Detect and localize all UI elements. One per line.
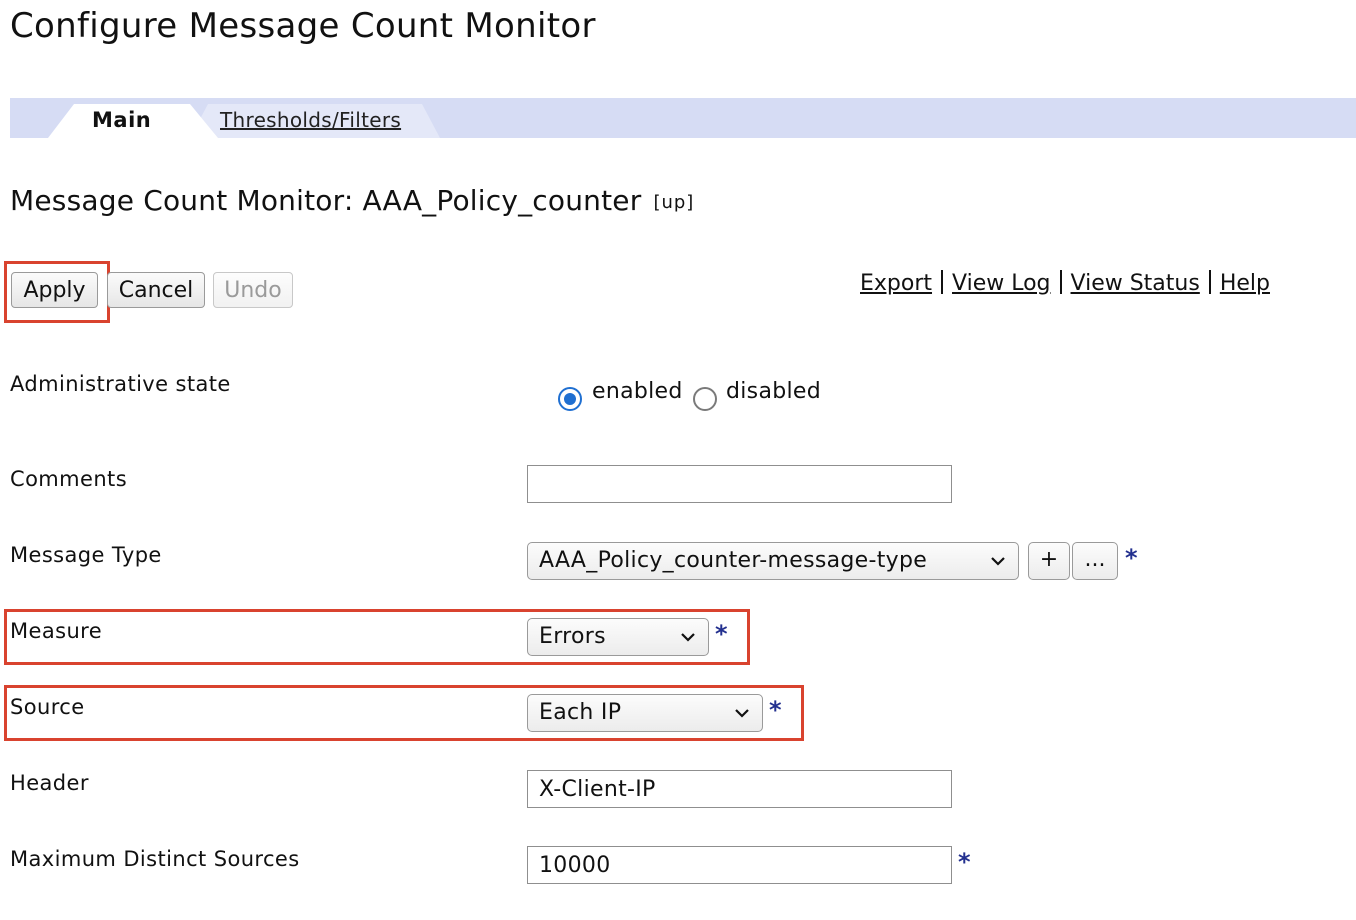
page-title: Configure Message Count Monitor xyxy=(10,6,596,46)
max-distinct-sources-input[interactable] xyxy=(527,846,952,884)
required-marker: * xyxy=(715,620,728,648)
admin-state-label: Administrative state xyxy=(10,372,231,396)
measure-value: Errors xyxy=(539,624,606,649)
header-label: Header xyxy=(10,771,89,795)
tab-main[interactable]: Main xyxy=(92,108,151,132)
apply-button[interactable]: Apply xyxy=(11,272,98,308)
required-marker: * xyxy=(1125,544,1138,572)
chevron-down-icon xyxy=(991,557,1005,566)
cancel-button[interactable]: Cancel xyxy=(107,272,205,308)
tab-thresholds-filters[interactable]: Thresholds/Filters xyxy=(220,108,401,132)
link-divider xyxy=(941,270,944,294)
source-select[interactable]: Each IP xyxy=(527,694,763,732)
required-marker: * xyxy=(769,696,782,724)
radio-enabled-label[interactable]: enabled xyxy=(592,379,683,404)
max-distinct-sources-label: Maximum Distinct Sources xyxy=(10,847,300,871)
radio-disabled[interactable] xyxy=(693,387,717,411)
source-value: Each IP xyxy=(539,700,622,725)
message-type-select[interactable]: AAA_Policy_counter-message-type xyxy=(527,542,1019,580)
object-title: Message Count Monitor: AAA_Policy_counte… xyxy=(10,184,642,217)
help-link[interactable]: Help xyxy=(1220,271,1270,296)
export-link[interactable]: Export xyxy=(860,271,932,296)
chevron-down-icon xyxy=(681,633,695,642)
source-label: Source xyxy=(10,695,85,719)
measure-label: Measure xyxy=(10,619,103,643)
object-heading: Message Count Monitor: AAA_Policy_counte… xyxy=(10,184,694,217)
message-type-label: Message Type xyxy=(10,543,162,567)
chevron-down-icon xyxy=(735,709,749,718)
view-log-link[interactable]: View Log xyxy=(952,271,1051,296)
link-divider xyxy=(1059,270,1062,294)
measure-select[interactable]: Errors xyxy=(527,618,709,656)
status-badge: [up] xyxy=(653,192,695,213)
radio-disabled-label[interactable]: disabled xyxy=(726,379,821,404)
view-status-link[interactable]: View Status xyxy=(1071,271,1200,296)
header-input[interactable] xyxy=(527,770,952,808)
link-divider xyxy=(1208,270,1211,294)
radio-enabled[interactable] xyxy=(558,387,582,411)
action-links: Export View Log View Status Help xyxy=(860,270,1270,296)
comments-input[interactable] xyxy=(527,465,952,503)
add-message-type-button[interactable]: + xyxy=(1028,542,1070,580)
comments-label: Comments xyxy=(10,467,128,491)
edit-message-type-button[interactable]: ... xyxy=(1072,542,1118,580)
message-type-value: AAA_Policy_counter-message-type xyxy=(539,548,928,573)
undo-button[interactable]: Undo xyxy=(213,272,293,308)
required-marker: * xyxy=(958,848,971,876)
